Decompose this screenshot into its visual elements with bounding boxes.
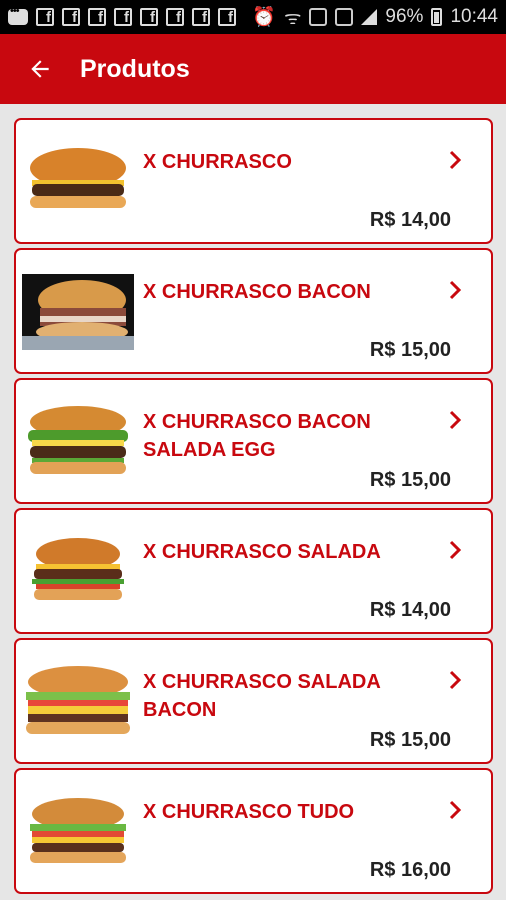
chevron-right-icon (449, 280, 462, 300)
product-card[interactable]: X CHURRASCO TUDO R$ 16,00 (14, 768, 493, 894)
product-card[interactable]: X CHURRASCO SALADA BACON R$ 15,00 (14, 638, 493, 764)
chevron-right-icon (449, 150, 462, 170)
arrow-left-icon (31, 60, 49, 78)
product-image (22, 144, 134, 220)
product-card[interactable]: X CHURRASCO BACON SALADA EGG R$ 15,00 (14, 378, 493, 504)
wifi-icon: ᯤ (284, 8, 302, 29)
product-price: R$ 14,00 (369, 599, 451, 621)
product-name: X CHURRASCO BACON SALADA EGG (143, 411, 371, 461)
facebook-icon (114, 8, 132, 26)
chevron-right-icon (449, 540, 462, 560)
facebook-icon (166, 8, 184, 26)
facebook-icon (218, 8, 236, 26)
product-name: X CHURRASCO SALADA (143, 541, 381, 563)
alarm-icon: ⏰ (252, 7, 277, 28)
nfc-icon (335, 8, 354, 26)
product-price: R$ 15,00 (369, 729, 451, 751)
message-icon (8, 5, 28, 25)
back-button[interactable] (14, 34, 66, 104)
product-price: R$ 14,00 (369, 209, 451, 231)
product-price: R$ 15,00 (369, 339, 451, 361)
status-bar: ⏰ ᯤ 96% 10:44 (0, 0, 506, 34)
product-card[interactable]: X CHURRASCO BACON R$ 15,00 (14, 248, 493, 374)
facebook-icon (140, 8, 158, 26)
product-list: X CHURRASCO R$ 14,00 X CHURRASCO BACON R… (14, 118, 493, 898)
sim-icon (309, 8, 328, 26)
product-card[interactable]: X CHURRASCO SALADA R$ 14,00 (14, 508, 493, 634)
product-name: X CHURRASCO (143, 151, 292, 173)
chevron-right-icon (449, 410, 462, 430)
chevron-right-icon (449, 800, 462, 820)
product-image (22, 794, 134, 870)
clock: 10:44 (450, 6, 498, 27)
product-name: X CHURRASCO TUDO (143, 801, 355, 823)
signal-icon (361, 9, 378, 25)
product-image (22, 274, 134, 350)
product-name: X CHURRASCO BACON (143, 281, 371, 303)
product-price: R$ 16,00 (369, 859, 451, 881)
notification-icons (8, 5, 236, 26)
product-image (22, 664, 134, 740)
product-name: X CHURRASCO SALADA BACON (143, 671, 381, 721)
battery-percent: 96% (385, 6, 424, 27)
app-bar: Produtos (0, 34, 506, 104)
battery-icon (431, 8, 443, 26)
facebook-icon (36, 8, 54, 26)
product-image (22, 404, 134, 480)
product-price: R$ 15,00 (369, 469, 451, 491)
page-title: Produtos (80, 54, 190, 83)
facebook-icon (88, 8, 106, 26)
chevron-right-icon (449, 670, 462, 690)
system-icons: ⏰ ᯤ 96% 10:44 (252, 4, 498, 30)
facebook-icon (62, 8, 80, 26)
product-card[interactable]: X CHURRASCO R$ 14,00 (14, 118, 493, 244)
facebook-icon (192, 8, 210, 26)
product-image (22, 534, 134, 610)
